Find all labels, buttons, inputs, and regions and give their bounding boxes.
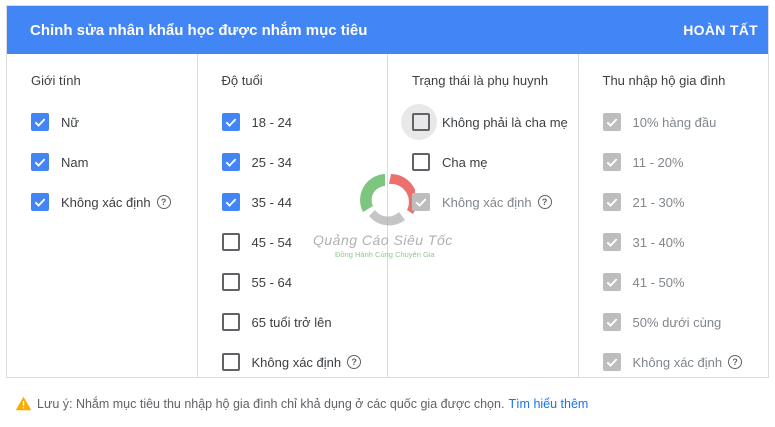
checkbox-item[interactable]: Nam [31,142,197,182]
checkbox [412,193,430,211]
checkbox [602,153,621,171]
checkbox-label: 65 tuổi trở lên [251,314,332,330]
checkmark-icon [606,118,617,127]
checkbox-item[interactable]: Không xác định? [31,182,197,222]
column-3: Thu nhập hộ gia đình 10% hàng đầu 11 - 20%… [579,54,769,378]
checkbox[interactable] [221,273,240,291]
column-1: Độ tuổi 18 - 24 25 - 34 35 - 44 45 - 54 55 - … [198,54,388,378]
checkbox-label: Không xác định [61,194,151,210]
checkmark-icon [606,358,617,367]
checkbox-list: 18 - 24 25 - 34 35 - 44 45 - 54 55 - 64 65 tu… [221,102,388,382]
checkbox [602,313,621,331]
checkmark-icon [34,158,46,167]
checkbox-label: 21 - 30% [632,194,685,210]
demographic-columns: Giới tính Nữ Nam Không xác định? Độ tuổi 18 -… [7,54,768,378]
done-button[interactable]: HOÀN TẤT [683,22,758,38]
checkbox[interactable] [31,113,49,131]
checkbox-item: 10% hàng đầu [602,102,769,142]
column-2: Trạng thái là phụ huynh Không phải là cha… [388,54,579,378]
checkbox [602,233,621,251]
checkbox[interactable] [221,113,240,131]
checkbox-label: Nữ [61,114,80,130]
learn-more-link[interactable]: Tìm hiểu thêm [508,397,588,411]
column-title: Trạng thái là phụ huynh [412,73,549,88]
checkbox-item[interactable]: Không phải là cha mẹ [401,102,578,142]
checkmark-icon [34,118,46,127]
checkbox-item[interactable]: Cha mẹ [412,142,578,182]
checkbox-label: 18 - 24 [251,114,292,130]
checkbox-item[interactable]: 55 - 64 [221,262,388,302]
checkbox-item[interactable]: 18 - 24 [221,102,388,142]
checkbox-label: 25 - 34 [251,154,292,170]
checkbox[interactable] [221,193,240,211]
checkbox-label: Không phải là cha mẹ [442,114,568,130]
checkbox-item[interactable]: 25 - 34 [221,142,388,182]
checkbox-item[interactable]: Nữ [31,102,197,142]
checkbox-item[interactable]: 65 tuổi trở lên [221,302,388,342]
checkbox-label: 50% dưới cùng [632,314,722,330]
checkbox-label: Không xác định [251,354,342,370]
checkbox-label: 31 - 40% [632,234,685,250]
checkbox-label: 11 - 20% [632,154,684,170]
checkbox-list: Không phải là cha mẹ Cha mẹ Không xác định… [401,102,578,222]
checkbox[interactable] [31,193,49,211]
checkbox-item[interactable]: Không xác định? [221,342,388,382]
checkbox-item: Không xác định? [412,182,578,222]
checkbox[interactable] [31,153,49,171]
footer-note: Lưu ý: Nhắm mục tiêu thu nhập hộ gia đìn… [15,396,588,411]
checkbox-label: 55 - 64 [251,274,292,290]
dialog-title: Chỉnh sửa nhân khẩu học được nhắm mục ti… [30,21,368,39]
checkbox[interactable] [221,153,240,171]
demographics-dialog: Chỉnh sửa nhân khẩu học được nhắm mục ti… [6,5,769,378]
checkbox-item: 11 - 20% [602,142,769,182]
checkmark-icon [34,198,46,207]
checkmark-icon [606,318,617,327]
warning-icon [15,396,32,411]
checkbox-label: 41 - 50% [632,274,685,290]
checkbox[interactable] [221,353,240,371]
checkbox[interactable] [412,113,430,131]
help-icon[interactable]: ? [156,195,171,209]
column-title: Thu nhập hộ gia đình [602,73,726,88]
checkbox-label: Không xác định [632,354,723,370]
checkbox [602,113,621,131]
help-icon[interactable]: ? [728,355,743,369]
column-title: Giới tính [31,73,81,88]
checkmark-icon [225,198,236,207]
checkbox [602,273,621,291]
dialog-header: Chỉnh sửa nhân khẩu học được nhắm mục ti… [7,6,768,54]
checkbox-item[interactable]: 35 - 44 [221,182,388,222]
help-icon[interactable]: ? [537,195,552,209]
checkbox-list: Nữ Nam Không xác định? [31,102,197,222]
checkbox-list: 10% hàng đầu 11 - 20% 21 - 30% 31 - 40% 41 -… [602,102,769,382]
checkbox [602,193,621,211]
checkbox[interactable] [412,153,430,171]
checkbox [602,353,621,371]
checkbox-label: 10% hàng đầu [632,114,717,130]
checkbox-item: 21 - 30% [602,182,769,222]
checkbox-label: Không xác định [442,194,532,210]
footer-note-text: Lưu ý: Nhắm mục tiêu thu nhập hộ gia đìn… [37,396,505,411]
checkmark-icon [606,238,617,247]
checkmark-icon [606,198,617,207]
checkmark-icon [606,158,617,167]
checkbox[interactable] [221,313,240,331]
checkbox-label: Nam [61,154,89,170]
checkbox-item: 41 - 50% [602,262,769,302]
checkbox-item: 50% dưới cùng [602,302,769,342]
checkbox-item: Không xác định? [602,342,769,382]
checkmark-icon [606,278,617,287]
checkbox[interactable] [221,233,240,251]
checkmark-icon [225,118,236,127]
checkbox-label: Cha mẹ [442,154,488,170]
checkbox-label: 45 - 54 [251,234,292,250]
checkbox-label: 35 - 44 [251,194,292,210]
checkmark-icon [415,198,427,207]
column-title: Độ tuổi [221,73,263,88]
checkmark-icon [225,158,236,167]
column-0: Giới tính Nữ Nam Không xác định? [7,54,198,378]
help-icon[interactable]: ? [347,355,362,369]
checkbox-item[interactable]: 45 - 54 [221,222,388,262]
checkbox-item: 31 - 40% [602,222,769,262]
